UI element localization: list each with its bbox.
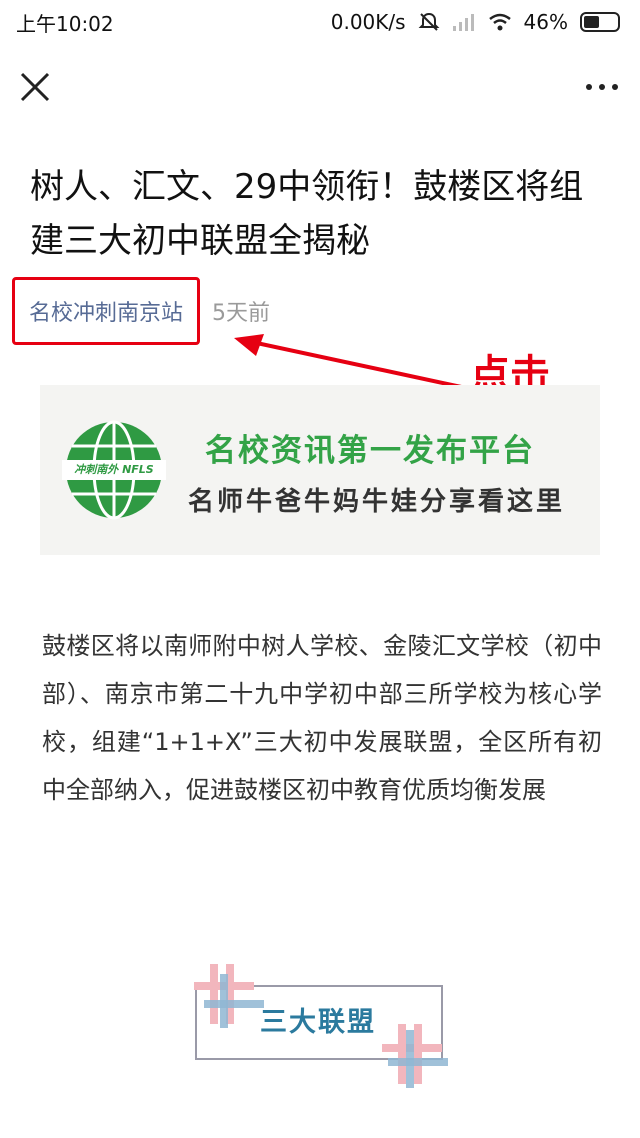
- battery-fill: [584, 16, 599, 28]
- article-title: 树人、汇文、29中领衔！鼓楼区将组建三大初中联盟全揭秘: [30, 167, 584, 261]
- publish-time: 5天前: [212, 301, 271, 326]
- account-highlight-box[interactable]: 名校冲刺南京站: [12, 277, 201, 345]
- plus-decoration-icon: [382, 1024, 448, 1088]
- status-right: 0.00K/s 46%: [331, 10, 620, 34]
- nav-bar: [0, 44, 640, 134]
- article-page: 上午10:02 0.00K/s 46% 树人、汇文、29中领衔！鼓楼区将组建三大…: [0, 0, 640, 1138]
- signal-icon: [452, 14, 474, 31]
- more-icon[interactable]: [584, 80, 620, 94]
- logo-text: 冲刺南外 NFLS: [74, 463, 154, 476]
- close-icon[interactable]: [18, 70, 52, 104]
- wifi-icon: [488, 13, 511, 31]
- section-heading: 三大联盟: [190, 960, 450, 1090]
- plus-decoration-icon: [194, 964, 264, 1028]
- status-bar: 上午10:02 0.00K/s 46%: [0, 0, 640, 44]
- mute-icon: [418, 12, 439, 31]
- battery-icon: [580, 12, 620, 32]
- account-name-link[interactable]: 名校冲刺南京站: [29, 295, 183, 327]
- banner-subslogan: 名师牛爸牛妈牛娃分享看这里: [188, 487, 566, 517]
- banner-image: 冲刺南外 NFLS 名校资讯第一发布平台 名师牛爸牛妈牛娃分享看这里: [40, 385, 600, 555]
- banner-slogan: 名校资讯第一发布平台: [205, 433, 535, 469]
- status-time: 上午10:02: [16, 11, 114, 36]
- section-heading-label: 三大联盟: [260, 1007, 376, 1038]
- battery-percent: 46%: [523, 10, 568, 34]
- article-paragraph: 鼓楼区将以南师附中树人学校、金陵汇文学校（初中部）、南京市第二十九中学初中部三所…: [42, 632, 602, 804]
- network-speed: 0.00K/s: [330, 10, 406, 34]
